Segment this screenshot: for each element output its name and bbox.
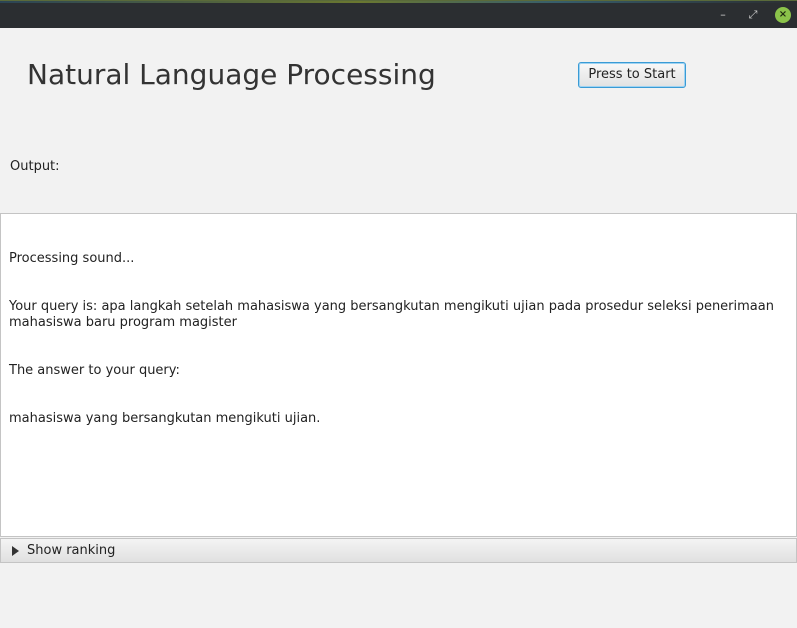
expand-arrow-icon [12,546,19,556]
maximize-icon[interactable]: ⤢ [745,7,761,23]
page-title: Natural Language Processing [27,58,436,91]
show-ranking-toggle[interactable]: Show ranking [0,538,797,563]
start-button[interactable]: Press to Start [578,62,686,88]
output-textarea[interactable]: Processing sound... Your query is: apa l… [0,213,797,537]
output-label: Output: [10,159,60,174]
window-titlebar: – ⤢ × [0,0,797,28]
output-line: Your query is: apa langkah setelah mahas… [9,299,779,330]
output-line: mahasiswa yang bersangkutan mengikuti uj… [9,411,321,426]
output-line: The answer to your query: [9,363,180,378]
close-icon[interactable]: × [775,7,791,23]
titlebar-accent [0,1,797,3]
output-line: Processing sound... [9,251,135,266]
show-ranking-label: Show ranking [27,543,116,558]
minimize-icon[interactable]: – [715,7,731,23]
